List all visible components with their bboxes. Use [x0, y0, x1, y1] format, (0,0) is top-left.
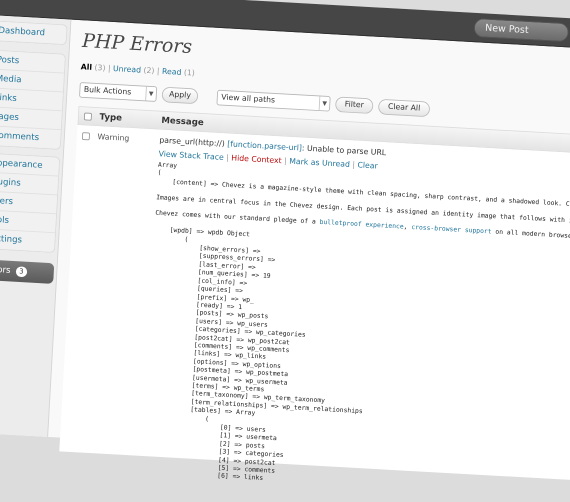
- apply-button[interactable]: Apply: [161, 87, 198, 104]
- main-content: PHP Errors All (3) | Unread (2) | Read (…: [48, 20, 570, 469]
- sidebar-item-comments[interactable]: Comments: [0, 126, 61, 149]
- column-type: Type: [99, 113, 122, 124]
- hide-context-link[interactable]: Hide Context: [231, 154, 282, 165]
- context-dump: Array( [content] => Chevez is a magazine…: [141, 161, 570, 501]
- menu-group-settings: Appearance Plugins Users Tools Settings: [0, 153, 60, 253]
- filter-read[interactable]: Read: [162, 68, 182, 78]
- action-separator: |: [226, 154, 229, 163]
- errors-count-badge: 3: [15, 266, 27, 277]
- filter-separator: |: [108, 65, 111, 74]
- function-doc-link[interactable]: [function.parse-url]: [227, 140, 302, 153]
- new-post-button[interactable]: New Post: [474, 18, 570, 42]
- column-message: Message: [161, 116, 204, 128]
- page-title: PHP Errors: [82, 31, 193, 59]
- filter-separator: |: [157, 67, 160, 76]
- action-separator: |: [352, 161, 355, 170]
- filter-button[interactable]: Filter: [335, 96, 374, 114]
- filter-read-count: (1): [184, 69, 195, 78]
- clear-link[interactable]: Clear: [357, 161, 378, 171]
- chevron-down-icon: ▼: [319, 96, 330, 110]
- chevron-down-icon: ▼: [145, 87, 156, 101]
- filter-unread-count: (2): [143, 67, 154, 76]
- row-checkbox[interactable]: [82, 132, 90, 140]
- filter-unread[interactable]: Unread: [113, 65, 141, 75]
- bulk-actions-select[interactable]: Bulk Actions ▼: [79, 82, 157, 102]
- menu-group-dashboard: Dashboard: [0, 20, 68, 45]
- bulk-actions-value: Bulk Actions: [84, 86, 132, 97]
- paths-select[interactable]: View all paths ▼: [216, 90, 330, 112]
- clear-all-button[interactable]: Clear All: [378, 99, 430, 117]
- sidebar-item-errors[interactable]: Errors 3: [0, 259, 54, 284]
- filter-all-count: (3): [94, 64, 105, 73]
- message-suffix: : Unable to parse URL: [302, 144, 387, 157]
- error-type: Warning: [97, 133, 129, 143]
- status-filters: All (3) | Unread (2) | Read (1): [81, 63, 196, 78]
- sidebar-item-dashboard[interactable]: Dashboard: [0, 21, 67, 44]
- select-all-checkbox[interactable]: [84, 112, 92, 120]
- filter-all[interactable]: All: [81, 63, 93, 72]
- menu-group-content: Posts Media Links Pages Comments: [0, 50, 66, 150]
- sidebar-item-label: Errors: [0, 265, 11, 276]
- message-text: parse_url(http://): [159, 137, 225, 149]
- sidebar-item-settings[interactable]: Settings: [0, 229, 55, 252]
- table-row: Warning parse_url(http://) [function.par…: [59, 125, 570, 482]
- admin-screen: New Post ▼ Dashboard Posts Media Links P…: [0, 0, 570, 469]
- paths-value: View all paths: [221, 93, 275, 105]
- action-separator: |: [284, 157, 287, 166]
